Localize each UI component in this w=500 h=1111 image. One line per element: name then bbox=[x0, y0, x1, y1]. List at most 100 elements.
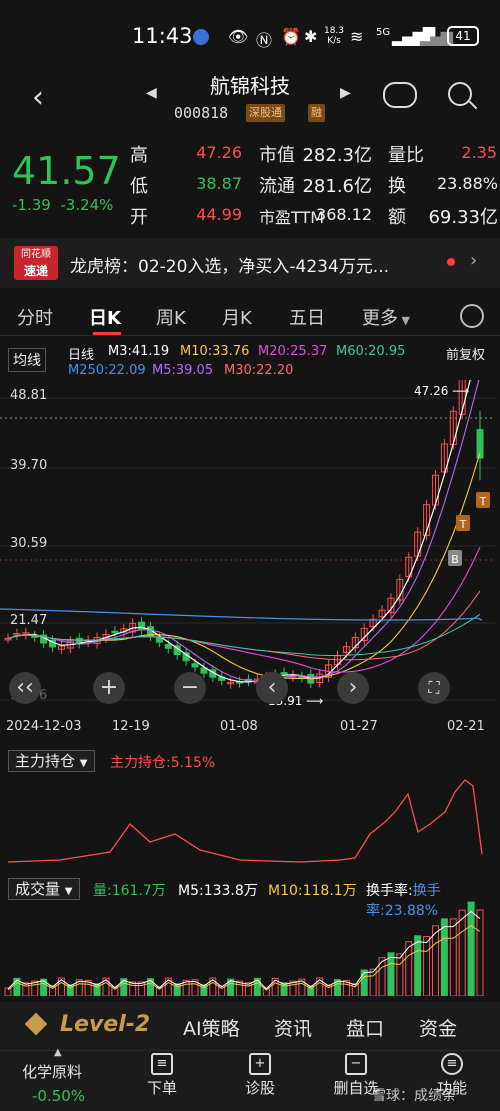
network-type: 5G bbox=[376, 27, 391, 38]
hk-connect-badge: 深股通 bbox=[246, 104, 285, 122]
signal-marker-label: T bbox=[479, 495, 487, 508]
m5-value: M5:39.05 bbox=[152, 363, 214, 378]
remove-icon: − bbox=[345, 1053, 367, 1075]
tab-monthly-k[interactable]: 月K bbox=[222, 304, 252, 330]
m10-value: M10:33.76 bbox=[180, 344, 250, 359]
stock-name: 航锦科技 bbox=[210, 74, 290, 98]
step-right-icon[interactable]: › bbox=[337, 672, 369, 704]
unread-dot-icon bbox=[447, 258, 455, 266]
zoom-out-icon[interactable]: − bbox=[174, 672, 206, 704]
search-icon-handle bbox=[468, 100, 478, 110]
level2-brand[interactable]: Level-2 bbox=[60, 1012, 150, 1037]
volume-m10: M10:118.1万 bbox=[268, 883, 357, 899]
amount-label: 额 bbox=[388, 207, 406, 228]
settings-icon[interactable] bbox=[460, 304, 484, 328]
caret-up-icon: ▲ bbox=[54, 1047, 62, 1058]
scroll-left-icon[interactable]: ‹‹ bbox=[9, 672, 41, 704]
turnover-label: 换 bbox=[388, 176, 406, 197]
nfc-icon: Ⓝ bbox=[256, 31, 273, 50]
ma-selector-button[interactable]: 均线 bbox=[8, 348, 46, 372]
signal-marker-label: B bbox=[451, 553, 459, 566]
holding-selector-button[interactable]: 主力持仓 ▼ bbox=[8, 750, 95, 772]
signal-marker: B bbox=[448, 550, 462, 566]
functions-icon: ≡ bbox=[441, 1053, 463, 1075]
volume-bar bbox=[431, 925, 439, 996]
amount-value: 69.33亿 bbox=[428, 207, 498, 228]
mktcap-label: 市值 bbox=[259, 145, 295, 166]
level2-ai-strategy[interactable]: AI策略 bbox=[183, 1014, 240, 1041]
tab-intraday[interactable]: 分时 bbox=[17, 304, 53, 330]
zoom-in-icon[interactable]: + bbox=[93, 672, 125, 704]
candle-body bbox=[280, 672, 288, 675]
date-label-3: 01-08 bbox=[220, 719, 258, 734]
step-left-icon[interactable]: ‹ bbox=[256, 672, 288, 704]
volume-bar bbox=[476, 909, 484, 996]
level2-capital[interactable]: 资金 bbox=[419, 1014, 457, 1041]
high-marker-value: 47.26 bbox=[414, 384, 449, 398]
volratio-value: 2.35 bbox=[461, 143, 497, 162]
candle-body bbox=[164, 643, 172, 649]
clock: 11:43 bbox=[132, 24, 193, 48]
tab-weekly-k[interactable]: 周K bbox=[156, 304, 186, 330]
news-logo: 同花顺 速递 bbox=[14, 246, 58, 280]
diagnose-icon: + bbox=[249, 1053, 271, 1075]
bluetooth-icon: ✱ bbox=[304, 27, 318, 46]
candle-body bbox=[111, 630, 119, 634]
tab-five-day[interactable]: 五日 bbox=[289, 304, 325, 330]
volume-bar bbox=[449, 918, 457, 996]
volume-bar bbox=[396, 953, 404, 996]
candle-body bbox=[191, 663, 199, 668]
date-label-5: 02-21 bbox=[447, 719, 485, 734]
date-label-2: 12-19 bbox=[112, 719, 150, 734]
margin-badge: 融 bbox=[308, 104, 325, 122]
y-label-3: 30.59 bbox=[10, 536, 48, 551]
volume-bar bbox=[467, 901, 475, 996]
level2-orderbook[interactable]: 盘口 bbox=[346, 1014, 384, 1041]
news-strip[interactable]: 同花顺 速递 龙虎榜：02-20入选，净买入-4234万元... › bbox=[0, 238, 500, 288]
change-value: -1.39 bbox=[12, 196, 51, 214]
volume-bar bbox=[414, 935, 422, 996]
volume-bar bbox=[138, 981, 146, 996]
order-button[interactable]: ≡ 下单 bbox=[122, 1053, 202, 1098]
holding-selector-label: 主力持仓 bbox=[15, 752, 76, 770]
next-stock-icon[interactable]: ▶ bbox=[340, 85, 351, 101]
chevron-right-icon: › bbox=[470, 250, 478, 271]
signal-marker-label: T bbox=[459, 518, 467, 531]
volume-bar bbox=[4, 987, 12, 996]
holding-chart bbox=[7, 779, 483, 863]
battery-icon: 41 bbox=[447, 26, 479, 46]
y-label-1: 48.81 bbox=[10, 388, 48, 403]
wifi-icon: ≋ bbox=[350, 27, 364, 46]
robot-assistant-icon[interactable] bbox=[383, 82, 417, 108]
watermark: 雪球：成绩条 bbox=[372, 1088, 456, 1104]
net-speed: 18.3 K/s bbox=[323, 26, 345, 46]
volume-selector-button[interactable]: 成交量 ▼ bbox=[8, 878, 80, 900]
fullscreen-icon[interactable]: ⛶ bbox=[418, 672, 450, 704]
tab-more-label: 更多 bbox=[362, 308, 398, 329]
open-label: 开 bbox=[130, 207, 148, 228]
candle-body bbox=[138, 621, 146, 631]
tab-daily-k[interactable]: 日K bbox=[89, 304, 121, 330]
date-label-4: 01-27 bbox=[340, 719, 378, 734]
diamond-icon bbox=[24, 1012, 48, 1036]
app-notification-icon bbox=[193, 29, 209, 45]
status-bar: 11:43 👁 Ⓝ ⏰ ✱ 18.3 K/s ≋ 5G ▂▄▆█ ▂▄▆ 41 bbox=[0, 0, 500, 70]
tab-more[interactable]: 更多 ▼ bbox=[362, 304, 410, 330]
level2-news[interactable]: 资讯 bbox=[274, 1014, 312, 1041]
volume-value: 量:161.7万 bbox=[93, 883, 166, 899]
alarm-icon: ⏰ bbox=[281, 27, 301, 46]
chart-bg bbox=[0, 380, 500, 710]
volume-chart bbox=[4, 901, 484, 996]
diagnose-label: 诊股 bbox=[244, 1079, 275, 1097]
chevron-down-icon: ▼ bbox=[79, 758, 88, 769]
adjust-label[interactable]: 前复权 bbox=[446, 344, 485, 363]
open-value: 44.99 bbox=[196, 205, 242, 224]
m20-value: M20:25.37 bbox=[258, 344, 328, 359]
tab-active-indicator bbox=[93, 332, 121, 335]
news-logo-bottom: 速递 bbox=[23, 264, 48, 278]
kline-chart[interactable]: B TT bbox=[0, 380, 500, 710]
diagnose-button[interactable]: + 诊股 bbox=[220, 1053, 300, 1098]
change-pct: -3.24% bbox=[60, 196, 114, 214]
sector-name[interactable]: 化学原料 bbox=[22, 1061, 82, 1082]
holding-header: 主力持仓 ▼ 主力持仓:5.15% bbox=[0, 748, 500, 772]
